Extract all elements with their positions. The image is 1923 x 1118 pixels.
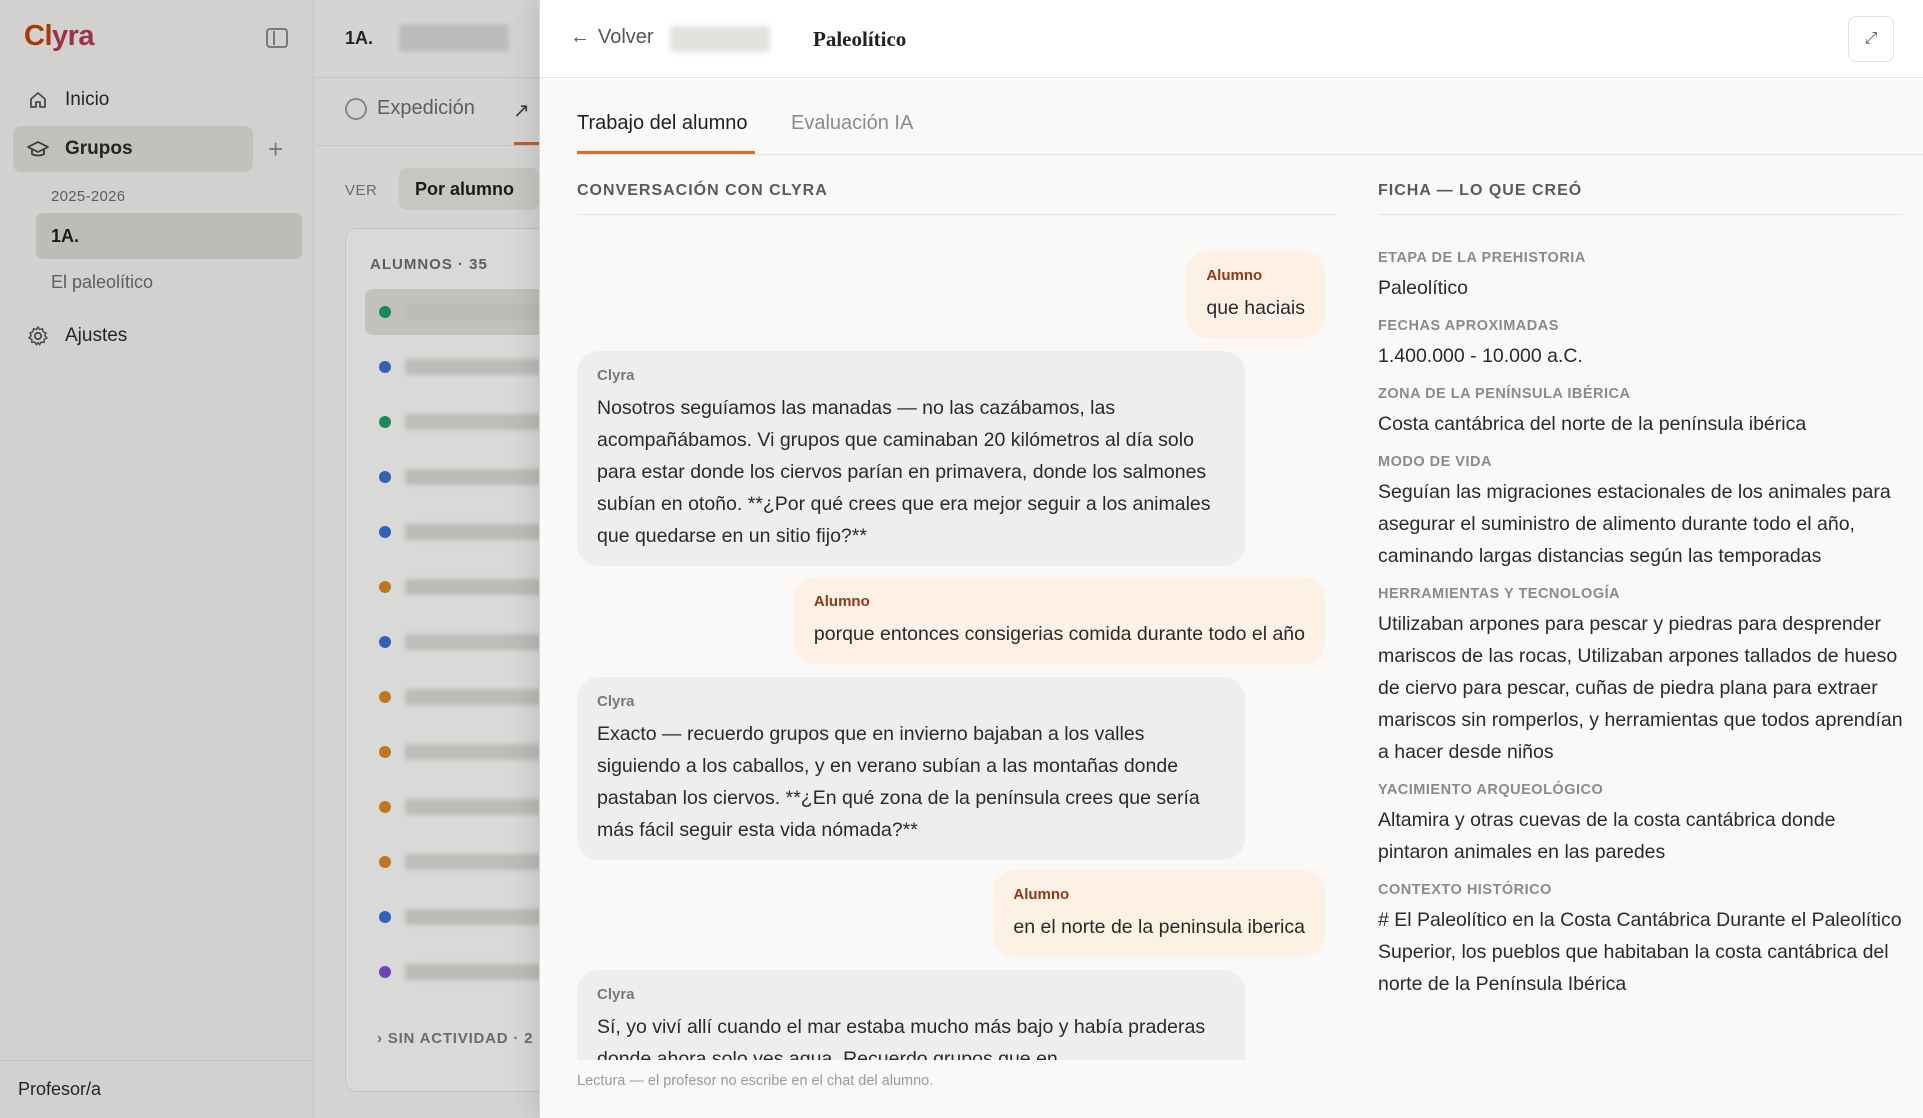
field-label: HERRAMIENTAS Y TECNOLOGÍA (1378, 586, 1621, 602)
message-author: Alumno (813, 593, 870, 610)
ficha-field: ZONA DE LA PENÍNSULA IBÉRICA Costa cantáb… (1378, 386, 1903, 440)
message-text: Nosotros seguíamos las manadas — no las … (597, 397, 1211, 547)
ficha-field: YACIMIENTO ARQUEOLÓGICO Altamira y otras … (1378, 782, 1903, 868)
field-label: CONTEXTO HISTÓRICO (1378, 882, 1552, 898)
student-message: Alumno que haciais (1186, 251, 1325, 338)
tab-underline (577, 151, 755, 154)
message-text: Sí, yo viví allí cuando el mar estaba mu… (597, 1016, 1206, 1060)
clyra-message: Clyra Exacto — recuerdo grupos que en in… (577, 677, 1245, 860)
field-value: Utilizaban arpones para pescar y piedras… (1378, 613, 1903, 763)
ficha-field: CONTEXTO HISTÓRICO # El Paleolítico en la… (1378, 882, 1903, 1000)
back-label: Volver (598, 26, 654, 48)
ficha-field: FECHAS APROXIMADAS 1.400.000 - 10.000 a.C… (1378, 318, 1903, 372)
student-message: Alumno en el norte de la peninsula iberi… (993, 870, 1325, 957)
field-value: Altamira y otras cuevas de la costa cant… (1378, 809, 1836, 863)
drawer-header: ← Volver Paleolítico ⤢ (540, 0, 1923, 78)
field-label: MODO DE VIDA (1378, 454, 1492, 470)
field-value: 1.400.000 - 10.000 a.C. (1378, 345, 1583, 367)
divider (1378, 214, 1903, 215)
chat-section-title: CONVERSACIÓN CON CLYRA (577, 182, 828, 199)
message-text: porque entonces consigerias comida duran… (813, 623, 1305, 645)
ficha-fields: ETAPA DE LA PREHISTORIA Paleolítico FECHAS… (1378, 250, 1903, 1014)
divider (577, 214, 1337, 215)
ficha-field: HERRAMIENTAS Y TECNOLOGÍA Utilizaban arpo… (1378, 586, 1903, 768)
tab-evaluacion-ia[interactable]: Evaluación IA (791, 112, 913, 135)
ficha-field: MODO DE VIDA Seguían las migraciones esta… (1378, 454, 1903, 572)
field-label: FECHAS APROXIMADAS (1378, 318, 1559, 334)
field-value: Costa cantábrica del norte de la penínsu… (1378, 413, 1807, 435)
chat-transcript[interactable]: Alumno que haciais Clyra Nosotros seguía… (577, 245, 1337, 1060)
drawer-tabs: Trabajo del alumno Evaluación IA (577, 78, 1923, 155)
read-only-note: Lectura — el profesor no escribe en el c… (577, 1073, 934, 1089)
blurred-student-name (670, 26, 770, 52)
message-text: Exacto — recuerdo grupos que en invierno… (597, 723, 1200, 841)
message-author: Alumno (1206, 267, 1263, 284)
message-author: Clyra (597, 693, 635, 710)
message-author: Clyra (597, 986, 635, 1003)
arrow-left-icon: ← (570, 26, 590, 48)
message-author: Alumno (1013, 886, 1070, 903)
message-text: que haciais (1206, 297, 1305, 319)
message-text: en el norte de la peninsula iberica (1013, 916, 1305, 938)
field-value: Paleolítico (1378, 277, 1468, 299)
student-message: Alumno porque entonces consigerias comid… (793, 577, 1325, 664)
tab-trabajo-alumno[interactable]: Trabajo del alumno (577, 112, 747, 135)
field-label: YACIMIENTO ARQUEOLÓGICO (1378, 782, 1604, 798)
field-value: Seguían las migraciones estacionales de … (1378, 481, 1891, 567)
message-author: Clyra (597, 367, 635, 384)
student-detail-drawer: ← Volver Paleolítico ⤢ Trabajo del alumn… (539, 0, 1923, 1118)
drawer-title: Paleolítico (813, 27, 907, 51)
field-label: ETAPA DE LA PREHISTORIA (1378, 250, 1586, 266)
clyra-message: Clyra Sí, yo viví allí cuando el mar est… (577, 970, 1245, 1060)
ficha-field: ETAPA DE LA PREHISTORIA Paleolítico (1378, 250, 1903, 304)
ficha-section-title: FICHA — LO QUE CREÓ (1378, 182, 1583, 199)
overlay-backdrop[interactable] (0, 0, 540, 1118)
back-button[interactable]: ← Volver (570, 26, 654, 49)
field-value: # El Paleolítico en la Costa Cantábrica … (1378, 909, 1902, 995)
expand-icon[interactable]: ⤢ (1848, 16, 1894, 62)
clyra-message: Clyra Nosotros seguíamos las manadas — n… (577, 351, 1245, 566)
field-label: ZONA DE LA PENÍNSULA IBÉRICA (1378, 386, 1631, 402)
